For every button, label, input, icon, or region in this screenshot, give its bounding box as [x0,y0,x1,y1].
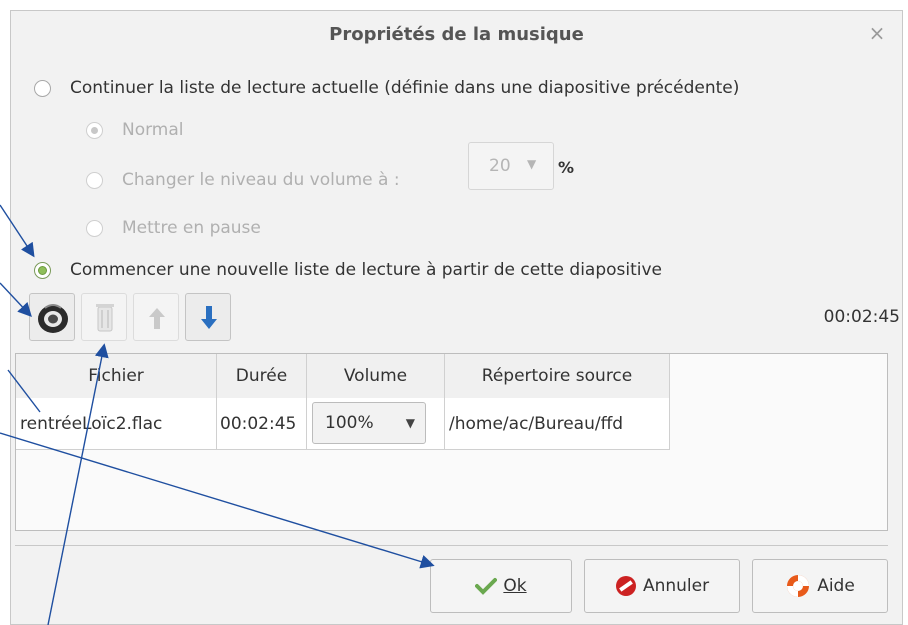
move-up-button[interactable] [133,293,179,341]
remove-sound-button[interactable] [81,293,127,341]
trash-icon [96,304,114,332]
ok-button[interactable]: Ok [430,559,572,613]
option-continue-playlist[interactable]: Continuer la liste de lecture actuelle (… [34,78,739,98]
option-continue-label: Continuer la liste de lecture actuelle (… [70,78,740,98]
option-normal-label: Normal [122,120,184,140]
total-duration: 00:02:45 [823,307,900,327]
volume-level-combo: 20 ▼ [468,142,554,190]
cell-source: /home/ac/Bureau/ffd [445,398,670,450]
row-volume-value: 100% [325,413,374,433]
checkmark-icon [475,578,498,595]
speaker-icon [38,304,68,333]
volume-level-value: 20 [489,156,511,176]
radio-pause [86,219,103,237]
column-header-source[interactable]: Répertoire source [445,354,670,398]
cell-file: rentréeLoïc2.flac [16,398,217,450]
cancel-button[interactable]: Annuler [584,559,740,613]
column-header-file[interactable]: Fichier [16,354,217,398]
ok-button-label: Ok [503,576,527,596]
row-volume-combo[interactable]: 100% ▼ [312,402,426,444]
option-change-volume: Changer le niveau du volume à : [86,170,400,190]
divider [15,545,888,546]
arrow-down-icon [201,306,217,329]
cell-volume: 100% ▼ [307,398,445,450]
arrow-up-icon [149,308,165,329]
chevron-down-icon: ▼ [405,416,415,430]
radio-change-volume [86,171,103,189]
cancel-icon [615,576,636,596]
move-down-button[interactable] [185,293,231,341]
option-new-playlist-label: Commencer une nouvelle liste de lecture … [70,260,663,280]
table-row[interactable]: rentréeLoïc2.flac 00:02:45 100% ▼ /home/… [16,398,670,450]
option-new-playlist[interactable]: Commencer une nouvelle liste de lecture … [34,260,662,280]
column-header-volume[interactable]: Volume [307,354,445,398]
column-header-duration[interactable]: Durée [217,354,307,398]
dialog-title: Propriétés de la musique [329,24,584,45]
option-pause-label: Mettre en pause [122,218,261,238]
table-header: Fichier Durée Volume Répertoire source [16,354,670,398]
add-sound-button[interactable] [29,293,75,341]
cancel-button-label: Annuler [642,576,710,596]
volume-percent-unit: % [558,158,575,177]
option-normal: Normal [86,120,184,140]
radio-normal [86,121,103,139]
option-pause: Mettre en pause [86,218,261,238]
radio-continue[interactable] [34,79,51,97]
help-button[interactable]: Aide [752,559,888,613]
playlist-table: Fichier Durée Volume Répertoire source r… [15,353,888,531]
option-volume-label: Changer le niveau du volume à : [122,170,400,190]
cell-duration: 00:02:45 [217,398,307,450]
chevron-down-icon: ▼ [527,157,537,171]
help-button-label: Aide [817,576,855,596]
radio-new-playlist[interactable] [34,261,51,279]
lifebuoy-icon [787,575,810,597]
close-icon[interactable]: × [866,22,888,44]
